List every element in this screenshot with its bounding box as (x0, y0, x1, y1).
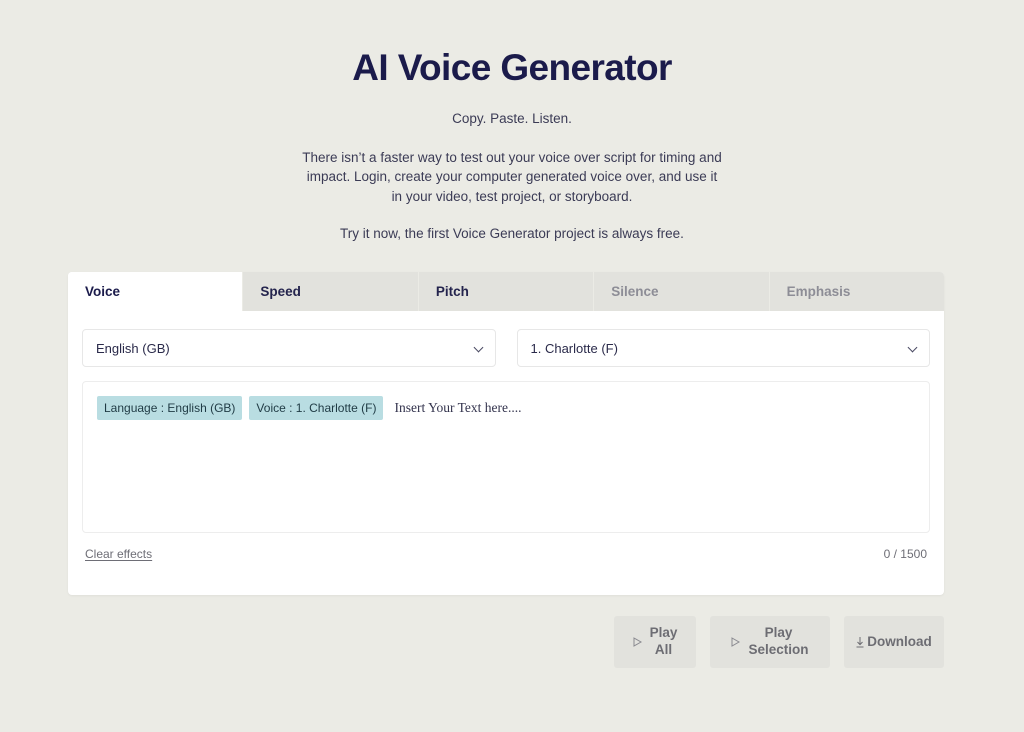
play-selection-line1: Play (764, 625, 793, 641)
language-tag[interactable]: Language : English (GB) (97, 396, 243, 420)
play-all-line1: Play (649, 625, 678, 641)
tab-speed-label: Speed (260, 284, 301, 299)
intro-paragraph: There isn’t a faster way to test out you… (302, 149, 722, 204)
play-selection-line2: Selection (748, 642, 809, 657)
action-button-row: Play All Play Selection Download (0, 616, 944, 668)
voice-select-value: 1. Charlotte (F) (530, 340, 618, 356)
tab-silence[interactable]: Silence (594, 272, 770, 311)
hero-section: AI Voice Generator Copy. Paste. Listen. … (0, 0, 1024, 244)
tab-pitch-label: Pitch (435, 284, 469, 299)
play-icon (633, 637, 642, 647)
play-selection-button[interactable]: Play Selection (710, 616, 830, 668)
character-counter: 0 / 1500 (883, 547, 927, 561)
tab-pitch[interactable]: Pitch (418, 272, 595, 311)
tab-silence-label: Silence (611, 284, 659, 299)
download-button[interactable]: Download (844, 616, 944, 668)
page-root: AI Voice Generator Copy. Paste. Listen. … (0, 0, 1024, 732)
tab-speed[interactable]: Speed (243, 272, 419, 311)
editor-footer: Clear effects 0 / 1500 (68, 533, 944, 561)
tab-voice-label: Voice (85, 284, 121, 299)
voice-select[interactable]: 1. Charlotte (F) (516, 329, 930, 367)
generator-card: Voice Speed Pitch Silence Emphasis Engli… (68, 272, 945, 595)
language-select-value: English (GB) (96, 340, 170, 356)
chevron-down-icon (907, 342, 918, 353)
tab-emphasis-label: Emphasis (786, 284, 851, 299)
selection-row: English (GB) 1. Charlotte (F) (68, 311, 944, 367)
chevron-down-icon (473, 342, 483, 353)
tab-bar: Voice Speed Pitch Silence Emphasis (68, 272, 945, 311)
clear-effects-link[interactable]: Clear effects (85, 547, 152, 561)
language-select[interactable]: English (GB) (82, 329, 496, 367)
play-icon (731, 637, 741, 647)
play-all-button[interactable]: Play All (614, 616, 696, 668)
page-title: AI Voice Generator (352, 47, 672, 88)
text-editor[interactable]: Language : English (GB) Voice : 1. Charl… (82, 381, 930, 533)
tab-voice[interactable]: Voice (68, 272, 244, 311)
play-selection-label: Play Selection (748, 625, 808, 659)
cta-paragraph: Try it now, the first Voice Generator pr… (340, 226, 684, 242)
download-icon (856, 636, 864, 647)
play-all-line2: All (654, 642, 673, 657)
page-subtitle: Copy. Paste. Listen. (452, 110, 572, 126)
voice-tag[interactable]: Voice : 1. Charlotte (F) (249, 396, 384, 420)
editor-content-line: Language : English (GB) Voice : 1. Charl… (97, 396, 915, 420)
play-all-label: Play All (650, 625, 678, 659)
editor-placeholder: Insert Your Text here.... (394, 400, 522, 415)
tab-emphasis[interactable]: Emphasis (769, 272, 945, 311)
download-label: Download (867, 633, 932, 649)
